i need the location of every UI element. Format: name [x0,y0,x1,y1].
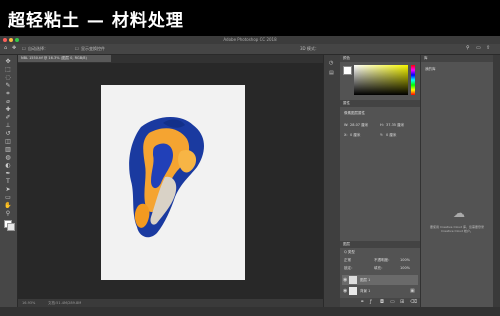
prop-w-label: W: [344,123,349,127]
healing-brush-tool-icon[interactable]: ✚ [4,107,12,113]
layer-name: 图层 1 [360,278,371,282]
opacity-label: 不透明度： [374,258,392,262]
move-tool-icon[interactable]: ✥ [4,59,12,65]
library-login-hint: 要使用 Creative Cloud 库，您需要登录 Creative Clou… [429,225,484,233]
tab-properties[interactable]: 属性 [340,100,420,107]
zoom-tool-icon[interactable]: ⚲ [4,211,12,217]
new-group-icon[interactable]: ▭ [390,300,395,305]
auto-select-checkbox[interactable]: ☐ [22,44,26,54]
photoshop-window: Adobe Photoshop CC 2018 ⌂ ✥ ☐ 自动选择： ☐ 显示… [0,36,500,316]
libraries-panel: 库 我的库 ☁ 要使用 Creative Cloud 库，您需要登录 Creat… [421,55,493,307]
creative-cloud-icon: ☁ [453,206,465,220]
canvas-area[interactable] [18,63,323,299]
tab-libraries[interactable]: 库 [421,55,493,62]
layer-kind-filter[interactable]: Q 类型 [344,250,355,255]
layer-row[interactable]: ◉ 图层 1 [342,275,418,285]
layer-row[interactable]: ◉ 背景 1 ▣ [342,286,418,296]
trash-icon[interactable]: ⌫ [410,300,417,305]
layer-name: 背景 1 [360,289,371,293]
transform-controls-checkbox[interactable]: ☐ [75,44,79,54]
eraser-tool-icon[interactable]: ◫ [4,139,12,145]
panels-column: 颜色 属性 像素图层属性 W: 28.07 厘米 H: 37.35 厘米 X: … [340,55,420,307]
document-tab[interactable]: NBL 1550.tif @ 16.3% (图层 0, RGB/8) [18,55,111,62]
prop-y-field[interactable]: 0 厘米 [386,133,396,138]
move-tool-preset-icon[interactable]: ✥ [12,46,16,51]
opacity-field[interactable]: 100% [400,258,410,262]
shape-tool-icon[interactable]: ▭ [4,195,12,201]
lock-label: 锁定： [344,266,355,270]
window-title: Adobe Photoshop CC 2018 [223,37,277,42]
home-icon[interactable]: ⌂ [4,46,7,51]
hue-slider[interactable] [411,65,415,95]
dodge-tool-icon[interactable]: ◐ [4,163,12,169]
properties-subtitle: 像素图层属性 [344,111,365,115]
color-foreground-chip[interactable] [343,66,352,75]
prop-x-field[interactable]: 0 厘米 [350,133,360,138]
marquee-tool-icon[interactable]: ⬚ [4,67,12,73]
lock-icon: ▣ [410,288,415,294]
lasso-tool-icon[interactable]: ◌ [4,75,12,81]
history-panel-icon[interactable]: ◷ [329,61,333,66]
prop-h-field[interactable]: 37.35 厘米 [386,123,404,128]
gradient-tool-icon[interactable]: ▥ [4,147,12,153]
pen-tool-icon[interactable]: ✒ [4,171,12,177]
share-icon[interactable]: ⇪ [486,46,490,51]
eyedropper-tool-icon[interactable]: ⌀ [4,99,12,105]
history-brush-tool-icon[interactable]: ↺ [4,131,12,137]
blur-tool-icon[interactable]: ◍ [4,155,12,161]
layer-thumbnail [349,276,357,284]
properties-panel-icon[interactable]: ▤ [329,71,334,76]
tools-panel: ✥ ⬚ ◌ ✎ ⌗ ⌀ ✚ ✐ ⊥ ↺ ◫ ▥ ◍ ◐ ✒ T ➤ ▭ ✋ ⚲ [0,55,18,307]
workspace-icon[interactable]: ▭ [476,46,481,51]
collapsed-panels-strip: ◷ ▤ [323,55,340,307]
layer-thumbnail [349,287,357,295]
quick-select-tool-icon[interactable]: ✎ [4,83,12,89]
type-tool-icon[interactable]: T [4,179,12,185]
link-layers-icon[interactable]: ⚭ [360,300,364,305]
clone-stamp-tool-icon[interactable]: ⊥ [4,123,12,129]
search-icon[interactable]: ⚲ [466,46,470,51]
visibility-eye-icon[interactable]: ◉ [343,278,347,283]
crop-tool-icon[interactable]: ⌗ [4,91,12,97]
prop-y-label: Y: [380,133,383,137]
prop-x-label: X: [344,133,348,137]
blend-mode-select[interactable]: 正常 [344,258,351,263]
visibility-eye-icon[interactable]: ◉ [343,289,347,294]
library-select[interactable]: 我的库 [425,67,436,72]
status-bar: 16.93% 文档:51.4M/289.8M [18,299,323,307]
right-dock-strip [493,55,500,307]
prop-h-label: H: [380,123,384,127]
add-mask-icon[interactable]: ◘ [380,300,384,305]
document-canvas[interactable] [101,85,245,280]
layers-footer: ⚭ ƒ ◘ ▭ ⊞ ⌫ [340,298,420,307]
zoom-level[interactable]: 16.93% [22,299,35,307]
options-bar: ⌂ ✥ ☐ 自动选择： ☐ 显示变换控件 3D 模式： ⚲ ▭ ⇪ [0,44,500,55]
transform-controls-label: 显示变换控件 [81,46,105,51]
document-size: 文档:51.4M/289.8M [48,301,82,305]
tab-color[interactable]: 颜色 [340,55,420,62]
banner-title: 超轻粘土 — 材料处理 [8,11,184,31]
new-layer-icon[interactable]: ⊞ [400,300,404,305]
prop-w-field[interactable]: 28.07 厘米 [350,123,368,128]
fill-field[interactable]: 100% [400,266,410,270]
auto-select-label: 自动选择： [28,46,48,51]
background-color-swatch[interactable] [7,223,15,231]
tab-layers[interactable]: 图层 [340,241,420,248]
brush-tool-icon[interactable]: ✐ [4,115,12,121]
3d-mode-label: 3D 模式： [300,46,319,51]
clay-image [129,116,204,238]
path-select-tool-icon[interactable]: ➤ [4,187,12,193]
fx-icon[interactable]: ƒ [370,300,372,305]
color-picker-field[interactable] [354,65,408,95]
hand-tool-icon[interactable]: ✋ [4,203,12,209]
window-title-bar: Adobe Photoshop CC 2018 [0,36,500,44]
fill-label: 填充： [374,266,385,270]
